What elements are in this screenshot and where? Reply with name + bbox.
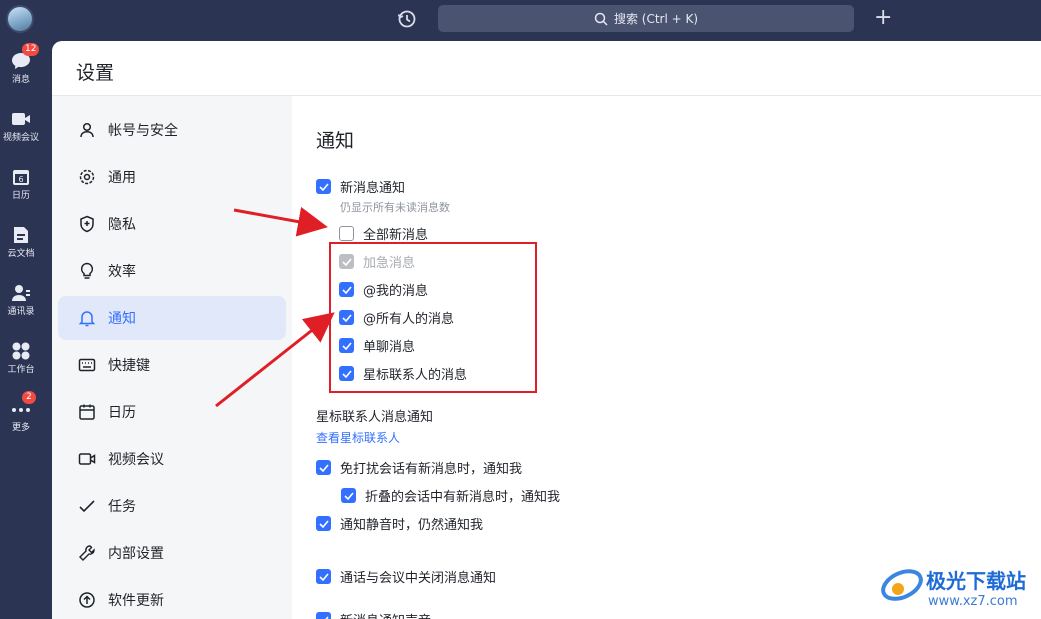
search-placeholder: 搜索 (Ctrl + K) bbox=[613, 12, 699, 26]
starred-section-title: 星标联系人消息通知 bbox=[316, 406, 433, 425]
watermark: 极光下载站 www.xz7.com bbox=[878, 563, 1038, 615]
nav-label: 快捷键 bbox=[108, 358, 150, 374]
rail-item-workbench[interactable]: 工作台 bbox=[0, 342, 42, 375]
messages-badge: 12 bbox=[22, 43, 40, 56]
nav-item-notifications[interactable]: 通知 bbox=[58, 296, 286, 340]
checkbox-checked[interactable] bbox=[316, 569, 331, 584]
nav-label: 帐号与安全 bbox=[108, 123, 178, 139]
upgrade-icon bbox=[79, 592, 95, 608]
check-icon bbox=[79, 500, 95, 513]
highlight-box bbox=[329, 242, 537, 393]
bulb-icon bbox=[80, 262, 94, 279]
rail-item-video[interactable]: 视频会议 bbox=[0, 110, 42, 143]
unread-hint: 仍显示所有未读消息数 bbox=[340, 201, 450, 214]
calendar-icon: 6 bbox=[13, 170, 29, 185]
svg-text:6: 6 bbox=[18, 175, 23, 184]
rail-item-more[interactable]: 2 更多 bbox=[0, 391, 42, 433]
nav-label: 日历 bbox=[108, 405, 136, 421]
nav-label: 视频会议 bbox=[108, 452, 164, 468]
all-new-checkbox[interactable]: 全部新消息 bbox=[339, 224, 428, 243]
nav-item-tasks[interactable]: 任务 bbox=[58, 484, 286, 528]
checkbox-label: 通知静音时，仍然通知我 bbox=[340, 518, 484, 533]
app-rail: 12 消息 视频会议 6 日历 云文档 通讯录 工作台 2 更多 bbox=[0, 0, 52, 619]
rail-label: 工作台 bbox=[7, 365, 35, 375]
bell-icon bbox=[78, 311, 96, 327]
rail-label: 云文档 bbox=[7, 249, 35, 259]
history-icon[interactable] bbox=[396, 8, 418, 30]
checkbox-label: 通话与会议中关闭消息通知 bbox=[340, 571, 497, 586]
page-title: 设置 bbox=[76, 62, 115, 84]
nav-label: 任务 bbox=[108, 499, 136, 515]
section-heading: 通知 bbox=[316, 130, 355, 152]
checkbox-checked[interactable] bbox=[316, 460, 331, 475]
nav-item-internal[interactable]: 内部设置 bbox=[58, 531, 286, 575]
calendar-icon bbox=[79, 404, 95, 420]
call-meeting-checkbox[interactable]: 通话与会议中关闭消息通知 bbox=[316, 567, 496, 586]
wrench-icon bbox=[79, 545, 95, 561]
checkbox-label: 新消息通知 bbox=[340, 181, 406, 196]
nav-item-general[interactable]: 通用 bbox=[58, 155, 286, 199]
video-icon bbox=[78, 453, 96, 465]
nav-item-video[interactable]: 视频会议 bbox=[58, 437, 286, 481]
nav-item-shortcuts[interactable]: 快捷键 bbox=[58, 343, 286, 387]
watermark-url: www.xz7.com bbox=[928, 594, 1018, 609]
new-message-checkbox[interactable]: 新消息通知 bbox=[316, 177, 405, 196]
contacts-icon bbox=[12, 285, 30, 301]
nav-item-update[interactable]: 软件更新 bbox=[58, 578, 286, 619]
rail-label: 视频会议 bbox=[2, 133, 39, 143]
rail-item-contacts[interactable]: 通讯录 bbox=[0, 284, 42, 317]
rail-label: 日历 bbox=[11, 191, 30, 201]
search-input[interactable]: 搜索 (Ctrl + K) bbox=[438, 5, 854, 32]
checkbox-unchecked[interactable] bbox=[339, 226, 354, 241]
nav-label: 通用 bbox=[108, 170, 136, 186]
search-icon bbox=[594, 12, 608, 26]
rail-label: 更多 bbox=[11, 423, 30, 433]
checkbox-label: 全部新消息 bbox=[363, 228, 429, 243]
video-icon bbox=[12, 113, 30, 125]
plus-icon[interactable]: + bbox=[874, 6, 892, 30]
nav-item-account[interactable]: 帐号与安全 bbox=[58, 108, 286, 152]
nav-label: 通知 bbox=[108, 311, 136, 327]
checkbox-label: 折叠的会话中有新消息时，通知我 bbox=[365, 490, 561, 505]
user-icon bbox=[80, 122, 94, 138]
folded-checkbox[interactable]: 折叠的会话中有新消息时，通知我 bbox=[341, 486, 560, 505]
grid-icon bbox=[12, 342, 30, 360]
rail-item-calendar[interactable]: 6 日历 bbox=[0, 168, 42, 201]
checkbox-checked[interactable] bbox=[316, 516, 331, 531]
gear-icon bbox=[79, 169, 95, 185]
settings-window: 设置 帐号与安全 通用 隐私 效率 通知 快捷键 日历 视频会议 任务 内部设置… bbox=[52, 41, 1041, 619]
muted-checkbox[interactable]: 通知静音时，仍然通知我 bbox=[316, 514, 483, 533]
view-starred-link[interactable]: 查看星标联系人 bbox=[316, 429, 400, 446]
shield-icon bbox=[80, 215, 94, 233]
nav-label: 效率 bbox=[108, 264, 136, 280]
checkbox-checked[interactable] bbox=[316, 612, 331, 619]
checkbox-label: 新消息通知声音 bbox=[340, 610, 431, 619]
window-header: 设置 bbox=[52, 41, 1041, 96]
nav-item-privacy[interactable]: 隐私 bbox=[58, 202, 286, 246]
rail-label: 通讯录 bbox=[7, 307, 35, 317]
avatar[interactable] bbox=[6, 5, 34, 33]
checkbox-checked[interactable] bbox=[341, 488, 356, 503]
watermark-title: 极光下载站 bbox=[926, 569, 1026, 593]
section-label: 星标联系人消息通知 bbox=[316, 410, 434, 425]
nav-label: 软件更新 bbox=[108, 593, 164, 609]
nav-label: 隐私 bbox=[108, 217, 136, 233]
nav-item-calendar[interactable]: 日历 bbox=[58, 390, 286, 434]
nav-label: 内部设置 bbox=[108, 546, 164, 562]
rail-item-docs[interactable]: 云文档 bbox=[0, 226, 42, 259]
checkbox-label: 免打扰会话有新消息时，通知我 bbox=[340, 462, 523, 477]
docs-icon bbox=[14, 227, 28, 243]
dnd-checkbox[interactable]: 免打扰会话有新消息时，通知我 bbox=[316, 458, 522, 477]
keyboard-icon bbox=[78, 358, 96, 372]
rail-item-messages[interactable]: 12 消息 bbox=[0, 43, 42, 85]
nav-item-efficiency[interactable]: 效率 bbox=[58, 249, 286, 293]
settings-nav: 帐号与安全 通用 隐私 效率 通知 快捷键 日历 视频会议 任务 内部设置 软件… bbox=[52, 96, 292, 619]
rail-label: 消息 bbox=[11, 75, 30, 85]
more-badge: 2 bbox=[22, 391, 36, 404]
sound-checkbox[interactable]: 新消息通知声音 bbox=[316, 610, 431, 619]
checkbox-checked[interactable] bbox=[316, 179, 331, 194]
watermark-logo-icon bbox=[881, 569, 923, 601]
